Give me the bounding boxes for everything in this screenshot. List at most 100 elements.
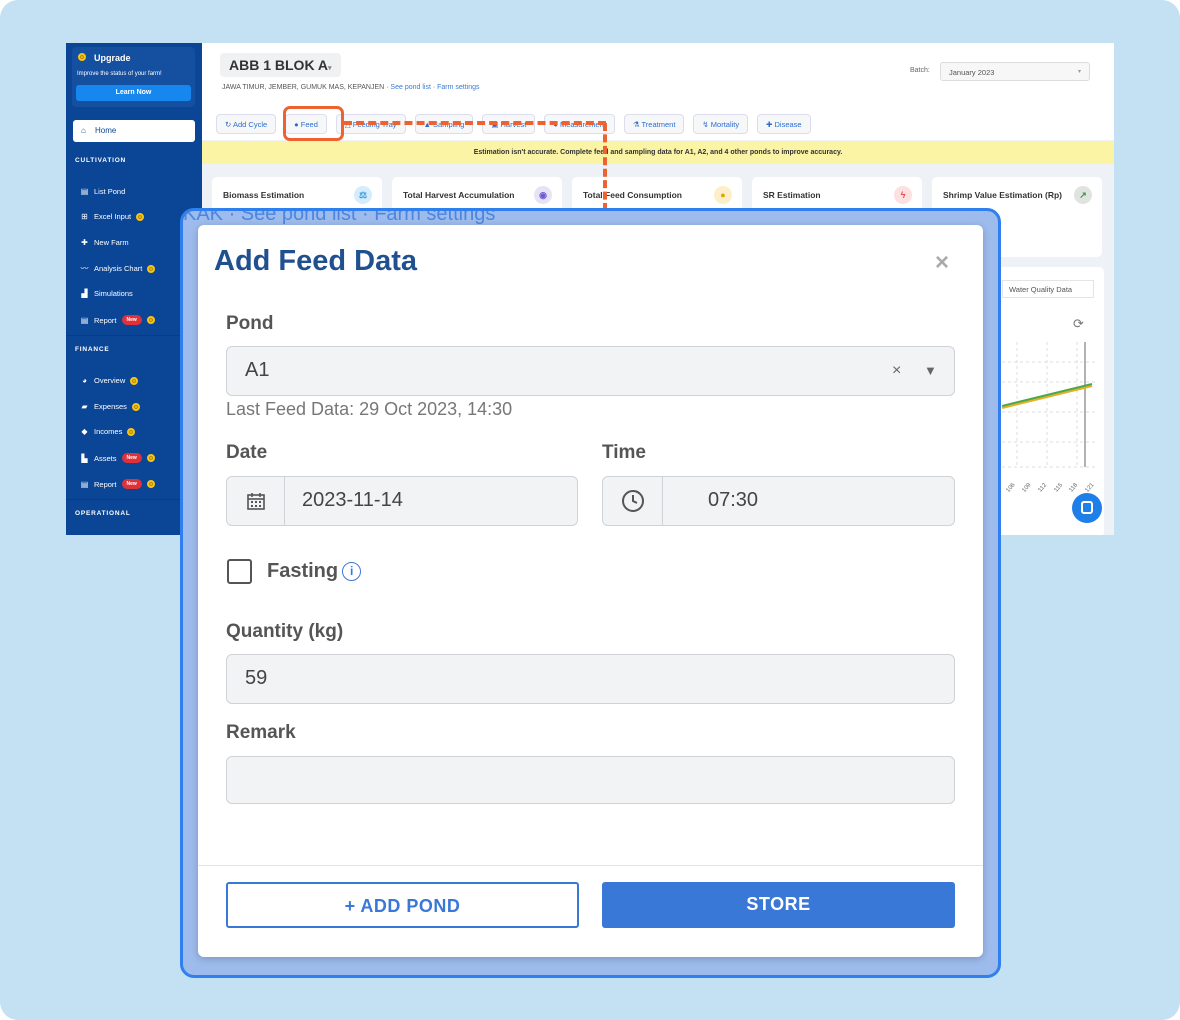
store-button[interactable]: STORE	[602, 882, 955, 928]
sidebar-item-overview[interactable]: ◕ Overview	[80, 376, 139, 385]
sidebar-item-new-farm[interactable]: ✚ New Farm	[80, 238, 129, 247]
sidebar-item-excel-input[interactable]: ⊞ Excel Input	[80, 212, 145, 221]
quantity-input[interactable]: 59	[226, 654, 955, 704]
sidebar-item-expenses[interactable]: ▰ Expenses	[80, 402, 140, 411]
label: Report	[94, 315, 117, 325]
batch-select[interactable]: January 2023 ▾	[940, 62, 1090, 81]
time-input[interactable]: 07:30	[602, 476, 955, 526]
home-icon: ⌂	[81, 126, 86, 135]
label: Analysis Chart	[94, 264, 143, 273]
x-tick: 109	[1021, 482, 1033, 494]
sidebar-item-assets[interactable]: ▙ Assets New	[80, 453, 155, 463]
premium-icon	[130, 376, 139, 385]
x-tick: 112	[1037, 482, 1049, 494]
premium-icon	[147, 264, 156, 273]
caret-down-icon: ▾	[1077, 69, 1081, 75]
farm-selector[interactable]: ABB 1 BLOK A▾	[220, 53, 341, 77]
card-title: Biomass Estimation	[223, 190, 305, 200]
pie-icon: ◕	[82, 376, 87, 385]
label: Add Cycle	[232, 120, 268, 129]
document-icon: ▤	[80, 479, 89, 489]
upgrade-box: Upgrade Improve the status of your farm!…	[72, 47, 195, 107]
caret-down-icon: ▾	[328, 65, 332, 72]
label: Simulations	[94, 289, 133, 298]
label: Expenses	[94, 402, 127, 411]
treatment-button[interactable]: ⚗ Treatment	[623, 114, 685, 134]
sidebar-item-home[interactable]: ⌂ Home	[73, 120, 195, 142]
bag-icon: ▰	[81, 402, 88, 411]
sidebar-item-incomes[interactable]: ◆ Incomes	[80, 427, 136, 436]
section-cultivation: CULTIVATION	[75, 157, 127, 164]
new-badge: New	[121, 453, 142, 463]
add-pond-button[interactable]: + ADD POND	[226, 882, 579, 928]
farm-settings-link[interactable]: Farm settings	[437, 84, 479, 91]
feed-sack-icon: ●	[714, 186, 732, 204]
quantity-label: Quantity (kg)	[226, 621, 344, 642]
premium-icon	[146, 480, 155, 488]
sidebar-item-list-pond[interactable]: ▤ List Pond	[80, 187, 126, 196]
value-trend-icon: ↗	[1074, 186, 1092, 204]
label: List Pond	[94, 187, 126, 196]
water-quality-tab[interactable]: Water Quality Data	[1002, 280, 1094, 298]
time-value: 07:30	[708, 489, 759, 511]
farm-name: ABB 1 BLOK A	[229, 57, 329, 73]
sidebar-item-simulations[interactable]: ▟ Simulations	[80, 289, 133, 298]
time-label: Time	[602, 442, 647, 463]
refresh-icon[interactable]: ⟳	[1073, 316, 1084, 332]
premium-icon	[127, 427, 136, 436]
label: Excel Input	[94, 212, 132, 221]
premium-icon	[78, 53, 86, 61]
connector-line	[603, 123, 607, 211]
label: Mortality	[710, 120, 740, 129]
label: New Farm	[94, 238, 129, 247]
premium-icon	[136, 212, 145, 221]
disease-button[interactable]: ✚ Disease	[757, 114, 811, 134]
fasting-label: Fasting i	[267, 560, 362, 583]
chevron-down-icon: ▼	[924, 363, 937, 378]
info-icon[interactable]: i	[342, 562, 362, 582]
pond-label: Pond	[226, 313, 274, 334]
add-cycle-button[interactable]: ↻ Add Cycle	[216, 114, 277, 134]
shrimp-icon: ϟ	[894, 186, 912, 204]
x-tick: 115	[1053, 482, 1064, 494]
label: Overview	[94, 376, 126, 385]
x-tick: 106	[1005, 482, 1017, 494]
bag-icon: ◉	[534, 186, 552, 204]
upgrade-subtitle: Improve the status of your farm!	[77, 71, 162, 77]
clear-icon[interactable]: ×	[892, 347, 901, 394]
chat-icon	[1081, 501, 1093, 514]
connector-line	[344, 121, 606, 125]
see-pond-list-link[interactable]: See pond list	[390, 84, 430, 91]
upgrade-title: Upgrade	[94, 53, 131, 63]
ghost-subtitle: KAK · See pond list · Farm settings	[183, 208, 496, 225]
remark-input[interactable]	[226, 756, 955, 804]
label: Disease	[774, 120, 802, 129]
x-axis-ticks: 106 109 112 115 118 121	[1005, 482, 1095, 494]
bar-chart-icon: ▟	[81, 289, 88, 298]
table-icon: ⊞	[81, 212, 88, 221]
pond-select[interactable]: A1 × ▼	[226, 346, 955, 396]
home-label: Home	[95, 126, 117, 135]
location: JAWA TIMUR, JEMBER, GUMUK MAS, KEPANJEN …	[222, 84, 480, 91]
learn-now-button[interactable]: Learn Now	[76, 85, 191, 101]
date-input[interactable]: 2023-11-14	[226, 476, 578, 526]
modal-title: Add Feed Data	[214, 245, 418, 277]
label: Report	[94, 479, 117, 489]
chat-button[interactable]	[1072, 493, 1102, 523]
sidebar-item-report[interactable]: ▤ Report New	[80, 315, 155, 325]
new-badge: New	[121, 479, 142, 489]
date-label: Date	[226, 442, 268, 463]
sidebar-item-analysis-chart[interactable]: 〰 Analysis Chart	[80, 263, 156, 274]
label: Treatment	[641, 120, 676, 129]
mortality-button[interactable]: ↯ Mortality	[693, 114, 749, 134]
clock-icon	[603, 477, 663, 525]
close-icon[interactable]: ×	[935, 249, 949, 277]
x-tick: 118	[1068, 482, 1080, 494]
add-feed-modal: Add Feed Data × Pond A1 × ▼ Last Feed Da…	[198, 225, 983, 957]
building-icon: ▙	[81, 453, 88, 463]
batch-value: January 2023	[949, 68, 995, 77]
sidebar-item-finance-report[interactable]: ▤ Report New	[80, 479, 155, 489]
tag-icon: ◆	[81, 427, 88, 436]
fasting-checkbox[interactable]	[227, 559, 252, 584]
calendar-icon	[227, 477, 285, 525]
